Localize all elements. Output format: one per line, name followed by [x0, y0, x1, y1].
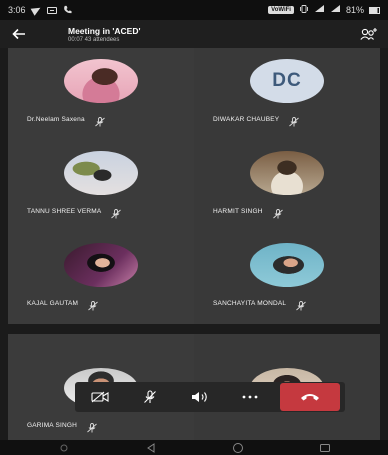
status-right: VoWiFi 81%	[268, 5, 380, 15]
meeting-title: Meeting in 'ACED'	[68, 25, 141, 36]
participant-name: HARMIT SINGH	[213, 207, 263, 215]
participant-name-row: GARIMA SINGH	[27, 420, 98, 433]
participant-name: TANNU SHREE VERMA	[27, 207, 102, 215]
nav-back-button[interactable]	[144, 442, 158, 454]
status-time: 3:06	[8, 5, 26, 15]
cell-signal-icon	[330, 5, 341, 15]
participant-tile[interactable]: KAJAL GAUTAM	[8, 232, 194, 324]
mic-off-icon	[295, 298, 307, 311]
message-icon	[46, 6, 57, 14]
more-options-button[interactable]	[225, 382, 275, 412]
participant-name-row: TANNU SHREE VERMA	[27, 206, 122, 219]
end-call-button[interactable]	[280, 383, 340, 411]
participant-grid: Dr.Neelam Saxena DC DIWAKAR CHAUBEY TANN…	[8, 48, 380, 440]
vowifi-badge: VoWiFi	[268, 6, 294, 14]
mic-off-icon	[144, 390, 156, 403]
more-dots-icon	[242, 395, 258, 399]
nav-recents-button[interactable]	[318, 442, 332, 454]
participant-avatar	[250, 151, 324, 195]
participant-name: Dr.Neelam Saxena	[27, 115, 85, 123]
participant-avatar	[64, 59, 138, 103]
vibrate-icon	[299, 5, 309, 15]
meeting-duration-attendees: 00:07 43 attendees	[68, 36, 120, 43]
mic-off-icon	[87, 298, 99, 311]
battery-percent: 81%	[345, 5, 364, 15]
participant-name-row: HARMIT SINGH	[213, 206, 284, 219]
participant-avatar-initials: DC	[250, 59, 324, 103]
video-off-icon	[91, 391, 109, 403]
wifi-signal-icon	[314, 5, 325, 15]
navigation-arrow-icon	[30, 4, 42, 16]
nav-back-icon	[146, 442, 154, 453]
participant-tile[interactable]: DC DIWAKAR CHAUBEY	[194, 48, 380, 140]
participant-name-row: KAJAL GAUTAM	[27, 298, 99, 311]
mic-off-icon	[86, 420, 98, 433]
android-nav-bar	[0, 440, 388, 455]
phone-icon	[63, 5, 72, 16]
participant-avatar	[64, 243, 138, 287]
add-people-icon[interactable]	[358, 24, 380, 44]
participant-tile[interactable]: TANNU SHREE VERMA	[8, 140, 194, 232]
participant-tile[interactable]: HARMIT SINGH	[194, 140, 380, 232]
circle-dot-icon	[60, 444, 67, 451]
back-arrow-icon[interactable]	[8, 24, 30, 44]
participant-name: GARIMA SINGH	[27, 421, 78, 429]
participant-avatar	[64, 151, 138, 195]
nav-home-icon	[232, 442, 243, 453]
participant-name-row: SANCHAYITA MONDAL	[213, 298, 307, 311]
speaker-icon	[192, 392, 207, 402]
mute-button[interactable]	[125, 382, 175, 412]
participant-name: DIWAKAR CHAUBEY	[213, 115, 280, 123]
mic-off-icon	[110, 206, 122, 219]
speaker-button[interactable]	[175, 382, 225, 412]
status-left: 3:06	[8, 4, 72, 16]
mic-off-icon	[288, 114, 300, 127]
hang-up-icon	[301, 394, 319, 401]
video-off-button[interactable]	[75, 382, 125, 412]
call-controls-bar	[75, 382, 345, 412]
mic-off-icon	[94, 114, 106, 127]
battery-icon	[369, 6, 380, 14]
participant-name-row: DIWAKAR CHAUBEY	[213, 114, 300, 127]
meeting-title-block: Meeting in 'ACED' 00:07 43 attendees	[68, 26, 141, 43]
nav-home-button[interactable]	[231, 442, 245, 454]
participant-name: SANCHAYITA MONDAL	[213, 299, 287, 307]
participant-name-row: Dr.Neelam Saxena	[27, 114, 106, 127]
participant-tile[interactable]: SANCHAYITA MONDAL	[194, 232, 380, 324]
participant-avatar	[250, 243, 324, 287]
mic-off-icon	[272, 206, 284, 219]
status-bar: 3:06 VoWiFi 81%	[0, 0, 388, 20]
nav-recents-icon	[319, 443, 330, 452]
nav-menu-button[interactable]	[57, 442, 71, 454]
participant-name: KAJAL GAUTAM	[27, 299, 79, 307]
meeting-header: Meeting in 'ACED' 00:07 43 attendees	[0, 20, 388, 48]
participant-tile[interactable]: Dr.Neelam Saxena	[8, 48, 194, 140]
